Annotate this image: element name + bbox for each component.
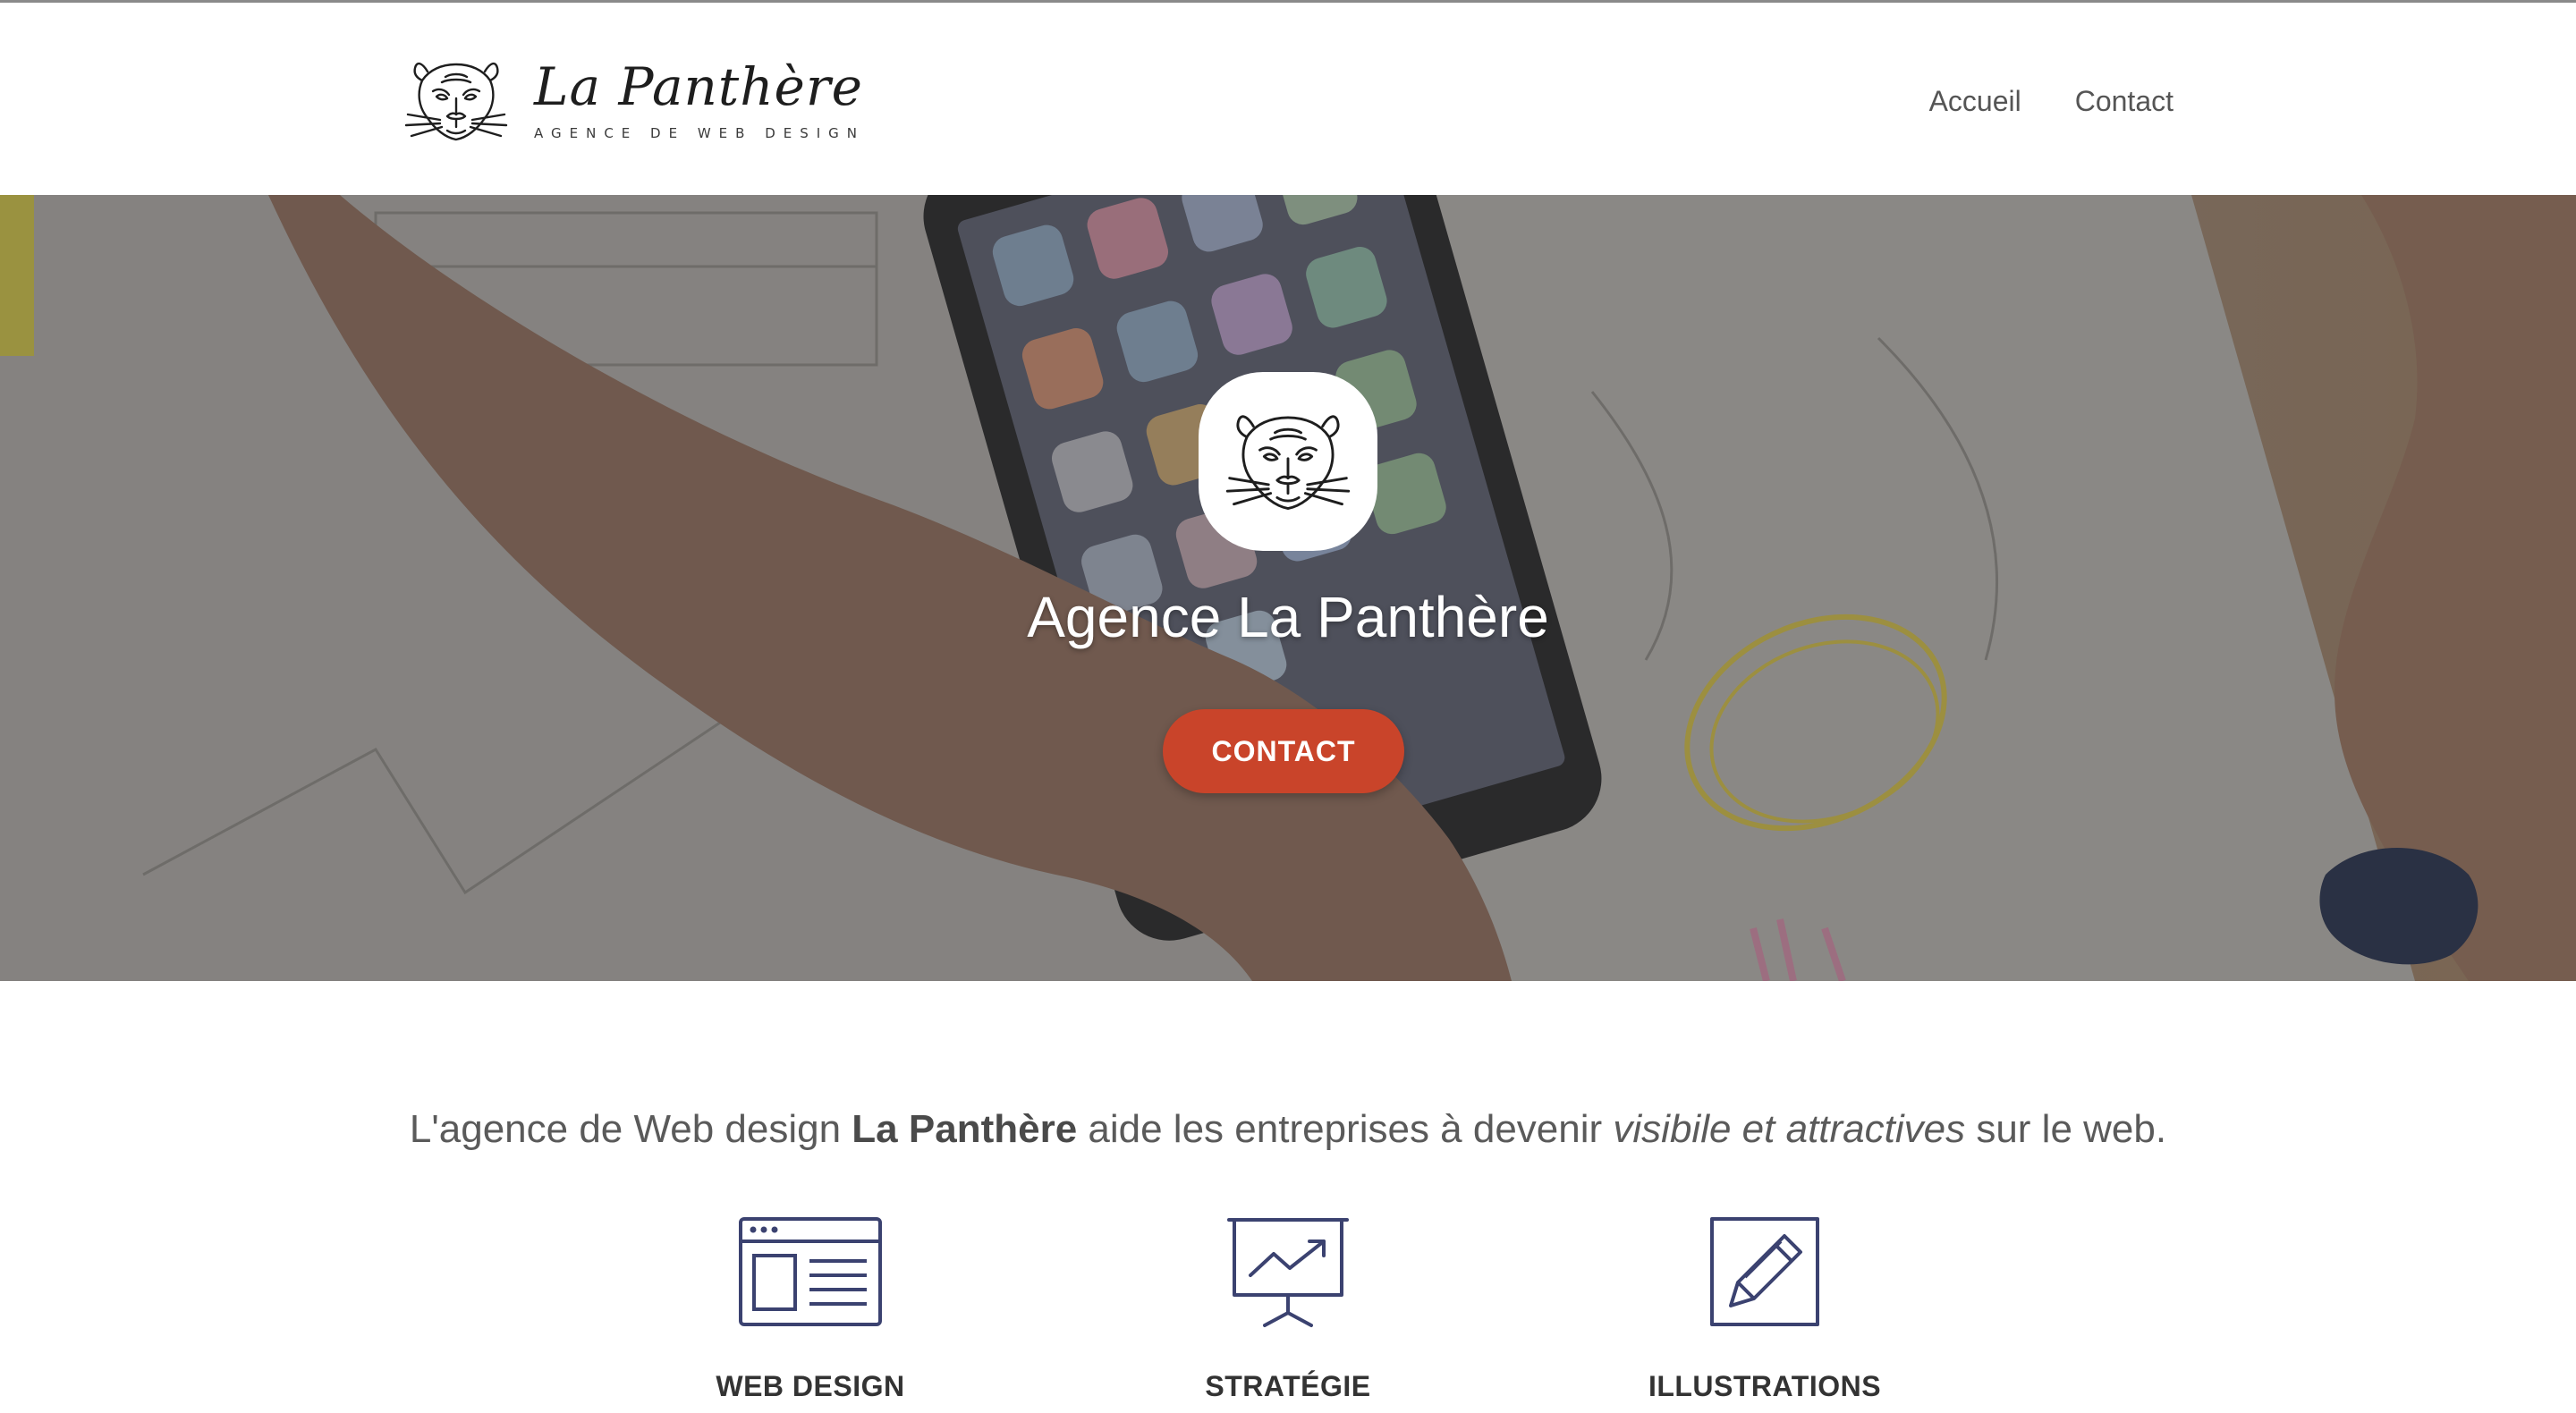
pencil-square-icon	[1710, 1217, 1819, 1326]
intro-part1: L'agence de Web design	[409, 1107, 852, 1151]
service-label: STRATÉGIE	[1205, 1370, 1371, 1402]
service-label: ILLUSTRATIONS	[1648, 1370, 1882, 1402]
panther-head-icon	[404, 62, 508, 141]
service-illustrations: ILLUSTRATIONS	[1586, 1216, 1944, 1402]
service-strategie: STRATÉGIE	[1109, 1216, 1467, 1402]
browser-window-icon	[739, 1217, 882, 1326]
intro-part3: sur le web.	[1965, 1107, 2167, 1151]
contact-button[interactable]: CONTACT	[1163, 709, 1404, 793]
site-header: La Panthère AGENCE DE WEB DESIGN Accueil…	[0, 3, 2576, 195]
intro-brand: La Panthère	[852, 1107, 1078, 1151]
main-nav: Accueil Contact	[1929, 85, 2174, 118]
nav-link-contact[interactable]: Contact	[2075, 85, 2174, 118]
intro-part2: aide les entreprises à devenir	[1077, 1107, 1614, 1151]
nav-link-accueil[interactable]: Accueil	[1929, 85, 2021, 118]
intro-emphasis: visibile et attractives	[1613, 1107, 1966, 1151]
service-web-design: WEB DESIGN	[631, 1216, 989, 1402]
presentation-chart-icon	[1227, 1218, 1349, 1327]
panther-head-icon	[1225, 414, 1351, 510]
logo-tagline: AGENCE DE WEB DESIGN	[534, 125, 866, 141]
hero-banner: Agence La Panthère CONTACT	[0, 195, 2576, 981]
service-label: WEB DESIGN	[716, 1370, 905, 1402]
intro-text: L'agence de Web design La Panthère aide …	[0, 1107, 2576, 1152]
logo-title: La Panthère	[534, 56, 863, 117]
site-logo[interactable]: La Panthère AGENCE DE WEB DESIGN	[401, 52, 865, 150]
hero-logo-badge	[1199, 372, 1377, 551]
hero-title: Agence La Panthère	[1027, 585, 1549, 649]
